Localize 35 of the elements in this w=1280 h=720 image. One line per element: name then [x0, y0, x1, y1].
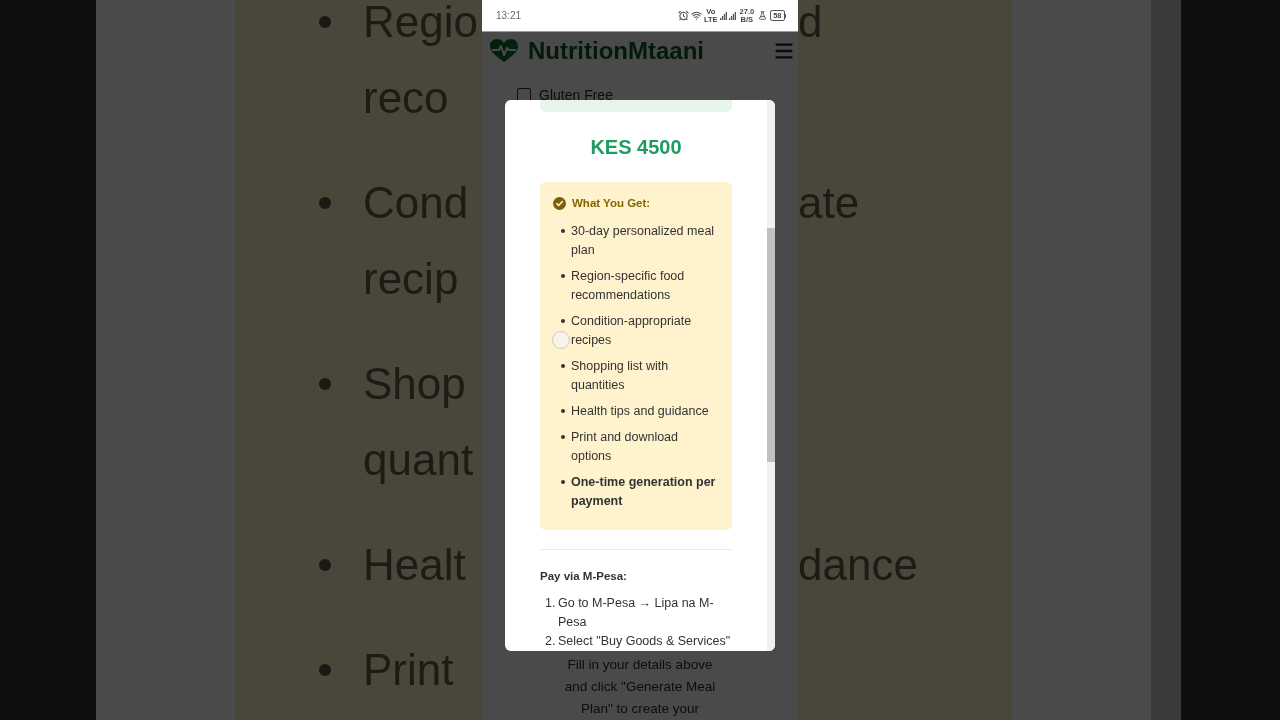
alarm-icon	[677, 10, 689, 21]
bullet-icon	[319, 197, 331, 209]
brand-name: NutritionMtaani	[528, 37, 704, 65]
flask-icon	[758, 11, 768, 20]
bullet-icon	[561, 435, 565, 439]
step-number: 1.	[545, 595, 557, 612]
bullet-icon	[561, 409, 565, 413]
bullet-icon	[561, 274, 565, 278]
feature-item: Region-specific food recommendations	[571, 267, 686, 304]
bullet-icon	[319, 378, 331, 390]
bullet-icon	[561, 319, 565, 323]
bullet-icon	[319, 559, 331, 571]
feature-item: Health tips and guidance	[571, 402, 710, 420]
bullet-icon	[319, 664, 331, 676]
wifi-icon	[690, 10, 702, 21]
bullet-icon	[561, 229, 565, 233]
check-circle-icon	[553, 196, 566, 210]
feature-item: Condition-appropriate recipes	[571, 312, 693, 349]
feature-item: 30-day personalized meal plan	[571, 222, 716, 259]
status-time: 13:21	[496, 9, 522, 22]
step-text: Select "Buy Goods & Services"	[558, 633, 732, 650]
step-text: Go to M-Pesa → Lipa na M-Pesa	[558, 595, 715, 631]
payment-title: Pay via M-Pesa:	[540, 569, 628, 584]
step-number: 2.	[545, 633, 557, 650]
feature-item: Print and download options	[571, 428, 680, 465]
feature-item: One-time generation per payment	[571, 473, 717, 510]
bullet-icon	[319, 16, 331, 28]
hint-text: Fill in your details above and click "Generate Meal Plan" to create your	[563, 656, 717, 718]
option-label: Gluten Free	[539, 88, 613, 102]
feature-item: Shopping list with quantities	[571, 357, 670, 394]
heart-pulse-icon	[490, 39, 518, 63]
bullet-icon	[561, 364, 565, 368]
features-title: What You Get:	[572, 196, 651, 210]
bullet-icon	[561, 480, 565, 484]
price-text: KES 4500	[589, 136, 683, 158]
